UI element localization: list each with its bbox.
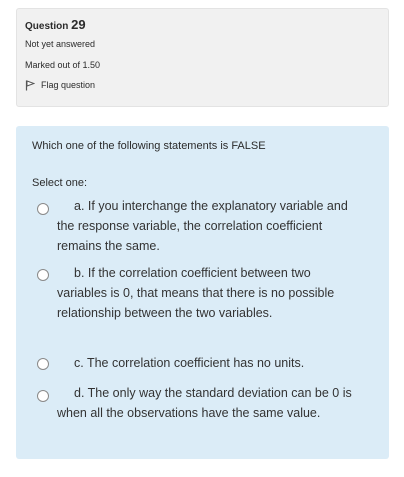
option-a-text: a. If you interchange the explanatory va… (57, 199, 348, 253)
flag-question-label: Flag question (41, 80, 96, 90)
question-info-panel: Question 29 Not yet answered Marked out … (16, 8, 389, 107)
question-label: Question (25, 21, 69, 32)
flag-icon (25, 79, 35, 90)
flag-question-link[interactable]: Flag question (25, 79, 388, 91)
question-panel: Which one of the following statements is… (16, 126, 389, 459)
select-one-label: Select one: (32, 177, 88, 189)
question-number: Question 29 (25, 17, 388, 35)
radio-button-b[interactable] (37, 269, 49, 281)
question-number-value: 29 (71, 17, 86, 32)
option-c-text: c. The correlation coefficient has no un… (74, 356, 305, 370)
radio-button-d[interactable] (37, 390, 49, 402)
marks-info: Marked out of 1.50 (25, 60, 101, 70)
radio-button-c[interactable] (37, 358, 49, 370)
answer-status: Not yet answered (25, 39, 96, 49)
question-text: Which one of the following statements is… (32, 140, 266, 152)
option-d-text: d. The only way the standard deviation c… (57, 386, 352, 420)
option-b-text: b. If the correlation coefficient betwee… (57, 266, 335, 320)
radio-button-a[interactable] (37, 203, 49, 215)
